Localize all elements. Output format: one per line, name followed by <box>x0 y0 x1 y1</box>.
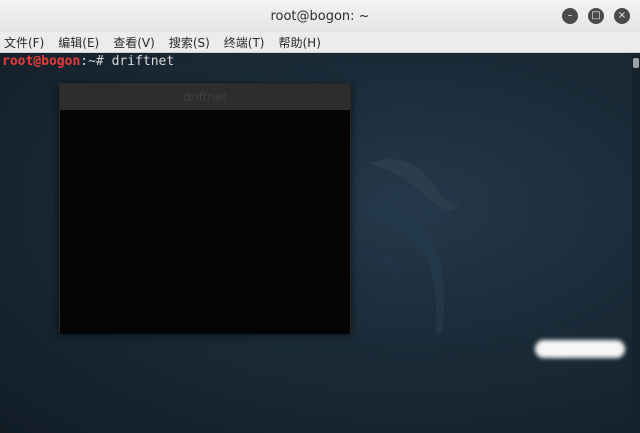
menu-help[interactable]: 帮助(H) <box>279 34 321 51</box>
kali-dragon-icon <box>350 159 460 333</box>
menu-edit[interactable]: 编辑(E) <box>58 34 99 51</box>
maximize-button[interactable]: □ <box>588 8 604 24</box>
driftnet-canvas <box>60 110 350 334</box>
driftnet-title: driftnet <box>182 90 228 104</box>
menu-bar: 文件(F) 编辑(E) 查看(V) 搜索(S) 终端(T) 帮助(H) <box>0 32 640 53</box>
title-bar: root@bogon: ~ – □ × <box>0 0 640 32</box>
prompt-user-host: root@bogon <box>2 54 81 69</box>
scrollbar[interactable] <box>632 53 640 433</box>
menu-terminal[interactable]: 终端(T) <box>224 34 265 51</box>
window-controls: – □ × <box>562 8 630 24</box>
prompt-line: root@bogon:~# driftnet <box>2 54 174 70</box>
prompt-symbol: :~# <box>80 54 112 69</box>
driftnet-title-bar[interactable]: driftnet <box>60 84 350 110</box>
menu-search[interactable]: 搜索(S) <box>169 34 210 51</box>
close-button[interactable]: × <box>614 8 630 24</box>
menu-view[interactable]: 查看(V) <box>113 34 155 51</box>
window-title: root@bogon: ~ <box>270 8 370 24</box>
command-text: driftnet <box>111 54 175 69</box>
menu-file[interactable]: 文件(F) <box>4 34 44 51</box>
scrollbar-thumb[interactable] <box>633 58 639 68</box>
watermark-patch <box>535 340 625 358</box>
terminal-area[interactable]: root@bogon:~# driftnet driftnet <box>0 53 632 433</box>
minimize-button[interactable]: – <box>562 8 578 24</box>
driftnet-window[interactable]: driftnet <box>59 83 351 334</box>
